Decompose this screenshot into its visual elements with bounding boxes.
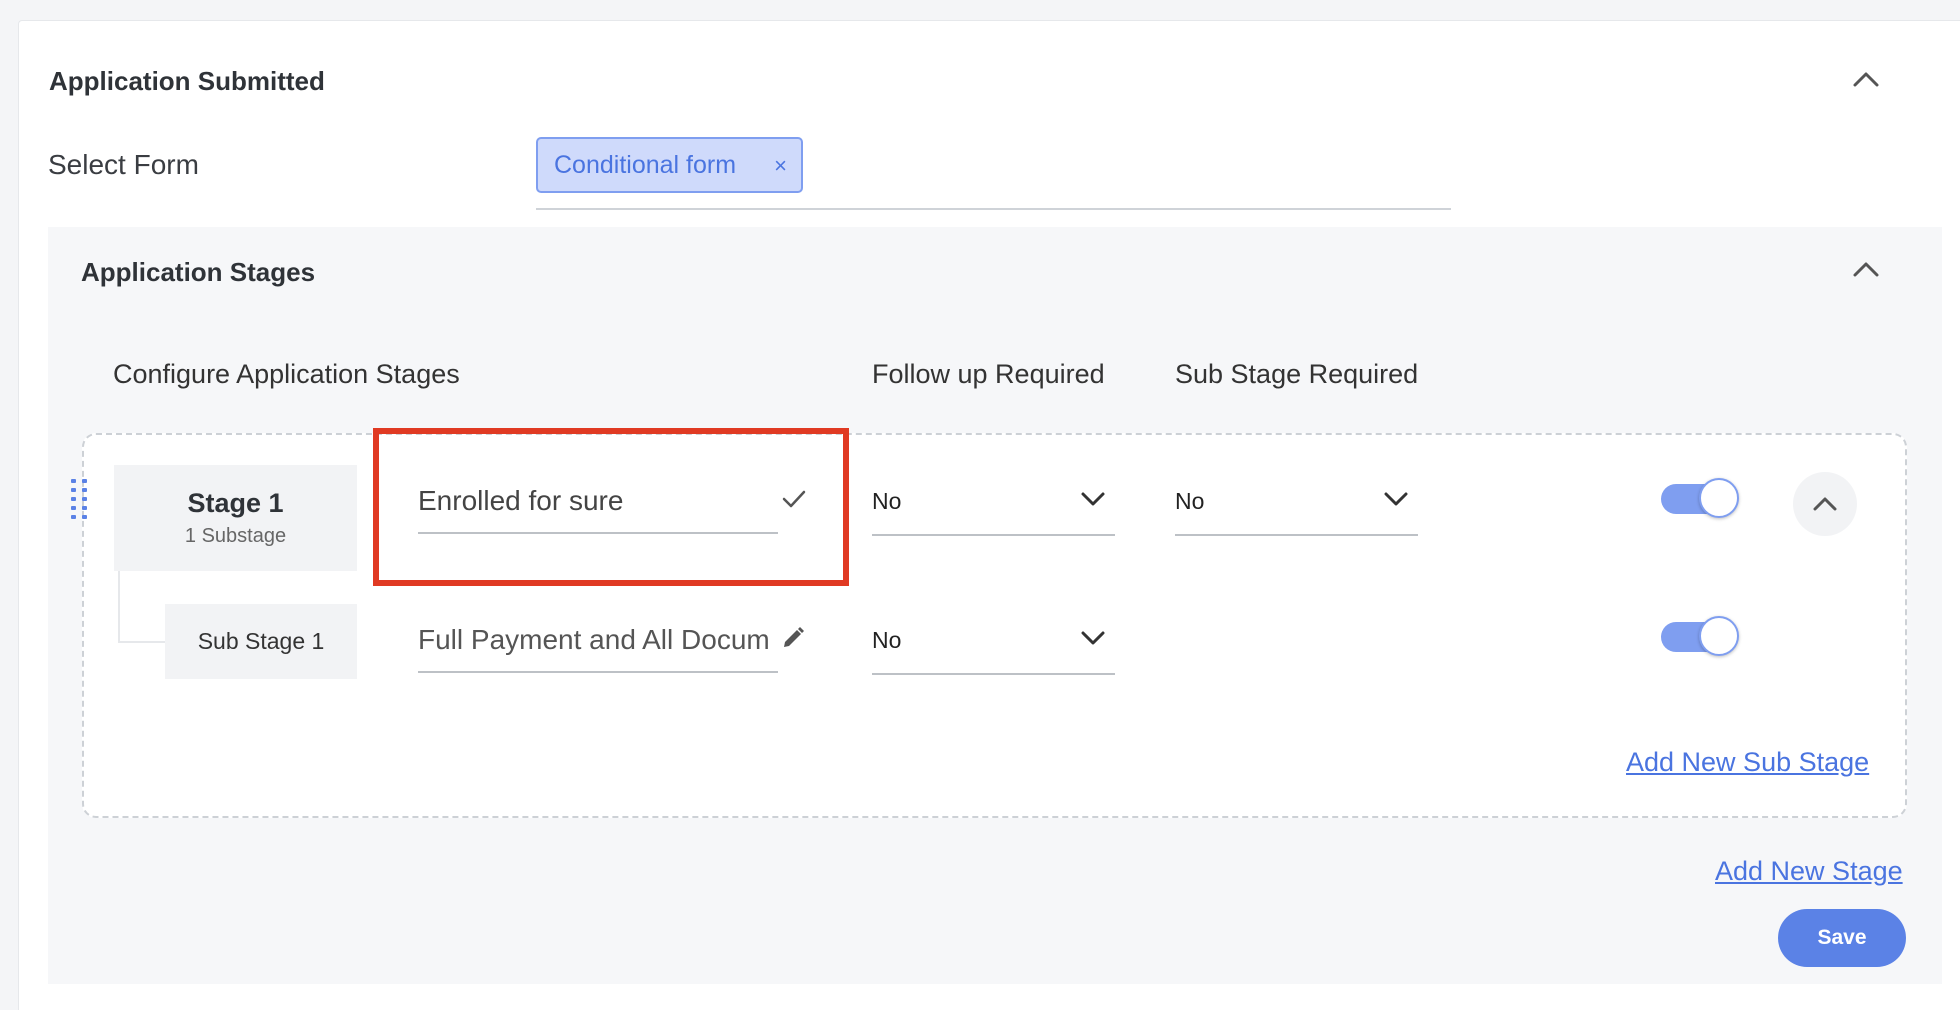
substage-tile[interactable]: Sub Stage 1: [165, 604, 357, 679]
stage-name: Stage 1: [187, 488, 284, 518]
substage-name-input[interactable]: Full Payment and All Docum: [418, 624, 770, 656]
save-button[interactable]: Save: [1778, 909, 1906, 967]
chip-label: Conditional form: [554, 150, 737, 179]
toggle-knob: [1699, 616, 1739, 656]
stage-follow-up-select[interactable]: No: [872, 488, 901, 515]
tree-connector: [118, 641, 166, 643]
form-select-underline[interactable]: [536, 208, 1451, 210]
selected-form-chip[interactable]: Conditional form ×: [536, 137, 803, 193]
collapse-section-button[interactable]: [1852, 70, 1880, 93]
select-underline: [872, 534, 1115, 536]
select-underline: [1175, 534, 1418, 536]
stage-substage-count: 1 Substage: [184, 525, 287, 547]
select-underline: [872, 673, 1115, 675]
substage-input-underline: [418, 671, 778, 673]
chevron-down-icon[interactable]: [1080, 490, 1106, 508]
stage-sub-stage-select[interactable]: No: [1175, 488, 1204, 515]
substage-enabled-toggle[interactable]: [1661, 616, 1739, 656]
stage-name-input[interactable]: Enrolled for sure: [418, 485, 758, 517]
stage-enabled-toggle[interactable]: [1661, 478, 1739, 518]
substage-name: Sub Stage 1: [197, 628, 325, 654]
stage-tile[interactable]: Stage 1 1 Substage: [114, 465, 357, 571]
chevron-down-icon[interactable]: [1383, 490, 1409, 508]
column-configure: Configure Application Stages: [113, 359, 460, 389]
column-sub-stage: Sub Stage Required: [1175, 359, 1419, 389]
stage-input-underline: [418, 532, 778, 534]
chevron-down-icon[interactable]: [1080, 629, 1106, 647]
add-new-stage-link[interactable]: Add New Stage: [1715, 856, 1903, 887]
chevron-up-icon: [1853, 262, 1879, 277]
substage-follow-up-select[interactable]: No: [872, 627, 901, 654]
toggle-knob: [1699, 478, 1739, 518]
add-new-sub-stage-link[interactable]: Add New Sub Stage: [1626, 747, 1869, 778]
section-title: Application Submitted: [49, 66, 325, 96]
collapse-stages-button[interactable]: [1852, 260, 1880, 283]
stages-title: Application Stages: [81, 257, 316, 287]
close-icon[interactable]: ×: [774, 153, 787, 179]
tree-connector: [118, 571, 120, 643]
collapse-stage-button[interactable]: [1793, 472, 1857, 536]
column-follow-up: Follow up Required: [872, 359, 1105, 389]
pencil-icon[interactable]: [780, 625, 806, 651]
chevron-up-icon: [1813, 497, 1837, 511]
check-icon[interactable]: [781, 488, 807, 510]
select-form-label: Select Form: [48, 149, 199, 180]
chevron-up-icon: [1853, 72, 1879, 87]
drag-handle-icon[interactable]: [70, 477, 90, 523]
